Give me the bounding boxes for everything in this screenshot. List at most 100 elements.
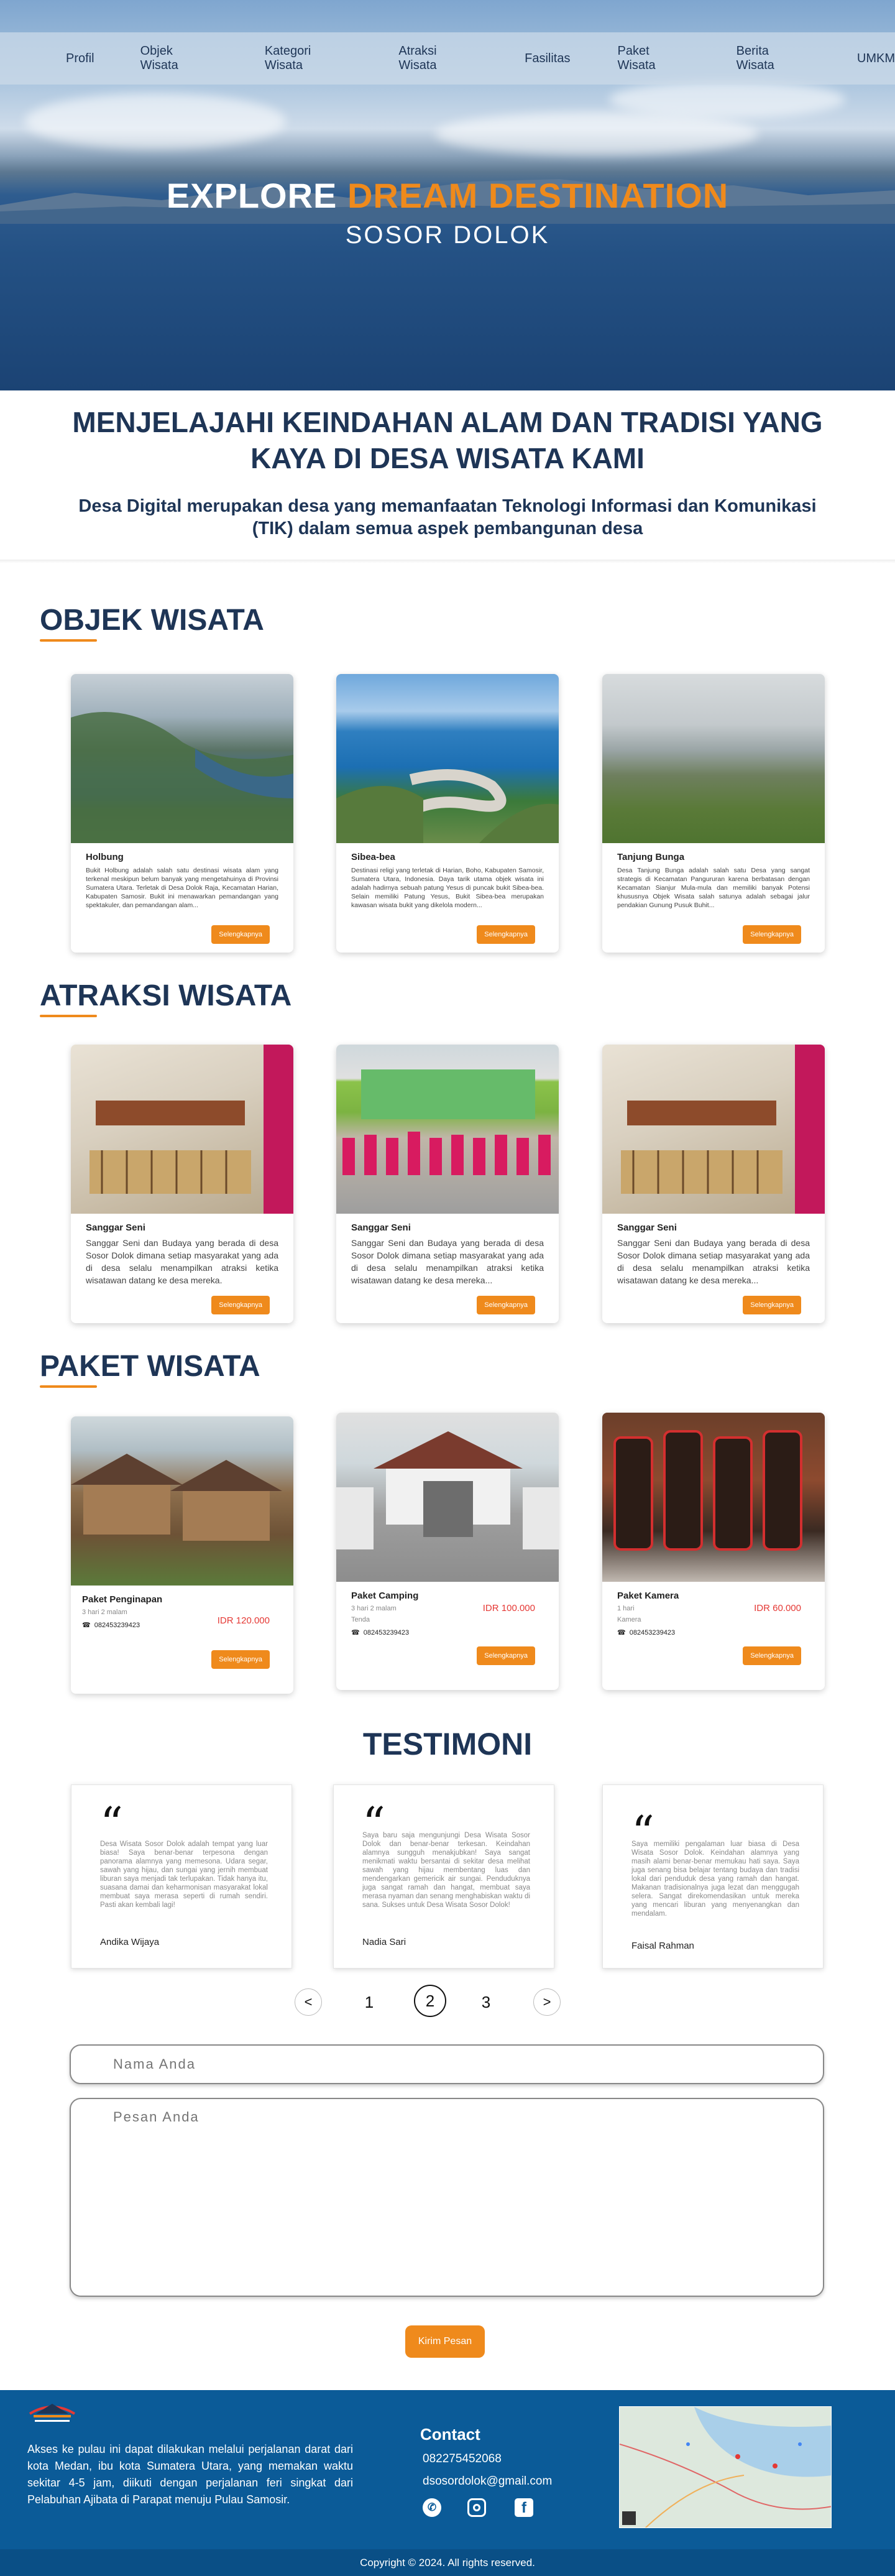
objek-card-sibea-bea: Sibea-bea Destinasi religi yang terletak… — [336, 674, 559, 953]
card-description: Sanggar Seni dan Budaya yang berada di d… — [351, 1238, 544, 1285]
card-title: Paket Camping — [351, 1590, 419, 1601]
nav-objek-wisata[interactable]: Objek Wisata — [140, 44, 211, 73]
testimonial-card: “ Saya baru saja mengunjungi Desa Wisata… — [333, 1784, 554, 1969]
card-title: Paket Kamera — [617, 1590, 679, 1601]
tanjung-bunga-image — [602, 674, 825, 843]
location-map[interactable] — [619, 2406, 832, 2528]
page-1-button[interactable]: 1 — [356, 1988, 383, 2016]
card-title: Sanggar Seni — [617, 1222, 677, 1233]
phone-icon: ☎ — [351, 1629, 360, 1637]
card-description: Bukit Holbung adalah salah satu destinas… — [86, 867, 278, 909]
selengkapnya-button[interactable]: Selengkapnya — [211, 1650, 270, 1669]
testimoni-heading: TESTIMONI — [362, 1727, 533, 1761]
package-price: IDR 100.000 — [482, 1603, 535, 1613]
section-divider — [0, 560, 895, 563]
sanggar-seni-group-image — [336, 1045, 559, 1214]
selengkapnya-button[interactable]: Selengkapnya — [743, 1296, 801, 1314]
nav-berita-wisata[interactable]: Berita Wisata — [737, 44, 807, 73]
page-2-button[interactable]: 2 — [414, 1985, 446, 2017]
testimonial-text: Saya memiliki pengalaman luar biasa di D… — [631, 1840, 799, 1918]
selengkapnya-button[interactable]: Selengkapnya — [477, 925, 535, 944]
nav-kategori-wisata[interactable]: Kategori Wisata — [265, 44, 349, 73]
card-title: Tanjung Bunga — [617, 852, 685, 862]
instagram-icon[interactable] — [467, 2498, 486, 2517]
sibea-bea-image — [336, 674, 559, 843]
name-input[interactable] — [70, 2044, 824, 2084]
objek-wisata-heading: OBJEK WISATA — [40, 604, 264, 637]
hero-title-orange: DREAM DESTINATION — [347, 176, 729, 215]
selengkapnya-button[interactable]: Selengkapnya — [211, 1296, 270, 1314]
atraksi-card-1: Sanggar Seni Sanggar Seni dan Budaya yan… — [71, 1045, 293, 1323]
message-textarea[interactable] — [70, 2098, 824, 2297]
package-extra: Kamera — [617, 1616, 641, 1623]
objek-card-tanjung-bunga: Tanjung Bunga Desa Tanjung Bunga adalah … — [602, 674, 825, 953]
nav-umkm[interactable]: UMKM — [857, 52, 895, 66]
card-description: Sanggar Seni dan Budaya yang berada di d… — [617, 1238, 810, 1285]
phone-icon: ☎ — [82, 1622, 91, 1629]
card-description: Desa Tanjung Bunga adalah salah satu Des… — [617, 867, 810, 909]
card-title: Holbung — [86, 852, 124, 862]
atraksi-wisata-heading: ATRAKSI WISATA — [40, 979, 292, 1012]
contact-phone[interactable]: 082275452068 — [423, 2452, 502, 2466]
selengkapnya-button[interactable]: Selengkapnya — [477, 1296, 535, 1314]
phone-icon: ☎ — [617, 1629, 626, 1637]
selengkapnya-button[interactable]: Selengkapnya — [211, 925, 270, 944]
nav-profil[interactable]: Profil — [66, 52, 94, 66]
nav-paket-wisata[interactable]: Paket Wisata — [618, 44, 688, 73]
package-phone: ☎ 082453239423 — [617, 1628, 825, 1637]
objek-wisata-underline — [40, 639, 97, 642]
testimonial-card: “ Desa Wisata Sosor Dolok adalah tempat … — [71, 1784, 292, 1969]
phone-number: 082453239423 — [629, 1628, 676, 1637]
page-3-button[interactable]: 3 — [472, 1988, 500, 2016]
card-title: Sanggar Seni — [351, 1222, 411, 1233]
phone-number: 082453239423 — [94, 1621, 140, 1629]
card-title: Paket Penginapan — [82, 1594, 163, 1605]
next-page-button[interactable]: > — [533, 1988, 561, 2016]
hero-banner: Profil Objek Wisata Kategori Wisata Atra… — [0, 0, 895, 390]
penginapan-image — [71, 1416, 293, 1586]
nav-atraksi-wisata[interactable]: Atraksi Wisata — [398, 44, 475, 73]
card-description: Sanggar Seni dan Budaya yang berada di d… — [86, 1238, 278, 1285]
card-title: Sanggar Seni — [86, 1222, 145, 1233]
intro-heading: MENJELAJAHI KEINDAHAN ALAM DAN TRADISI Y… — [72, 406, 823, 474]
paket-wisata-heading: PAKET WISATA — [40, 1350, 260, 1383]
whatsapp-icon[interactable]: ✆ — [423, 2498, 441, 2517]
testimonial-text: Saya baru saja mengunjungi Desa Wisata S… — [362, 1832, 530, 1909]
copyright-text: Copyright © 2024. All rights reserved. — [0, 2549, 895, 2576]
nav-fasilitas[interactable]: Fasilitas — [525, 52, 570, 66]
phone-number: 082453239423 — [363, 1628, 410, 1637]
prev-page-button[interactable]: < — [295, 1988, 322, 2016]
camping-image — [336, 1413, 559, 1582]
objek-card-holbung: Holbung Bukit Holbung adalah salah satu … — [71, 674, 293, 953]
atraksi-wisata-underline — [40, 1015, 97, 1017]
hero-subtitle: SOSOR DOLOK — [345, 221, 550, 249]
testimonial-name: Nadia Sari — [362, 1937, 406, 1947]
facebook-icon[interactable]: f — [515, 2498, 533, 2517]
atraksi-card-3: Sanggar Seni Sanggar Seni dan Budaya yan… — [602, 1045, 825, 1323]
testimonial-name: Andika Wijaya — [100, 1937, 160, 1947]
sanggar-seni-image — [71, 1045, 293, 1214]
selengkapnya-button[interactable]: Selengkapnya — [743, 1646, 801, 1665]
send-message-button[interactable]: Kirim Pesan — [405, 2325, 485, 2358]
package-phone: ☎ 082453239423 — [351, 1628, 559, 1637]
contact-email[interactable]: dsosordolok@gmail.com — [423, 2475, 552, 2488]
logo-icon — [27, 2399, 77, 2426]
selengkapnya-button[interactable]: Selengkapnya — [477, 1646, 535, 1665]
hero-title: EXPLORE DREAM DESTINATION — [0, 175, 895, 216]
testimonial-name: Faisal Rahman — [631, 1941, 694, 1951]
card-title: Sibea-bea — [351, 852, 395, 862]
selengkapnya-button[interactable]: Selengkapnya — [743, 925, 801, 944]
footer-description: Akses ke pulau ini dapat dilakukan melal… — [27, 2443, 353, 2506]
kamera-image — [602, 1413, 825, 1582]
card-description: Destinasi religi yang terletak di Harian… — [351, 867, 544, 909]
intro-text: Desa Digital merupakan desa yang memanfa… — [78, 496, 817, 538]
hero-title-white: EXPLORE — [166, 176, 347, 215]
sanggar-seni-image — [602, 1045, 825, 1214]
atraksi-card-2: Sanggar Seni Sanggar Seni dan Budaya yan… — [336, 1045, 559, 1323]
testimonial-card: “ Saya memiliki pengalaman luar biasa di… — [602, 1784, 824, 1969]
testimonial-text: Desa Wisata Sosor Dolok adalah tempat ya… — [100, 1840, 268, 1909]
top-nav: Profil Objek Wisata Kategori Wisata Atra… — [0, 32, 895, 85]
paket-card-kamera: Paket Kamera 1 hari Kamera IDR 60.000 ☎ 0… — [602, 1413, 825, 1690]
package-price: IDR 60.000 — [754, 1603, 801, 1613]
package-extra: Tenda — [351, 1616, 370, 1623]
